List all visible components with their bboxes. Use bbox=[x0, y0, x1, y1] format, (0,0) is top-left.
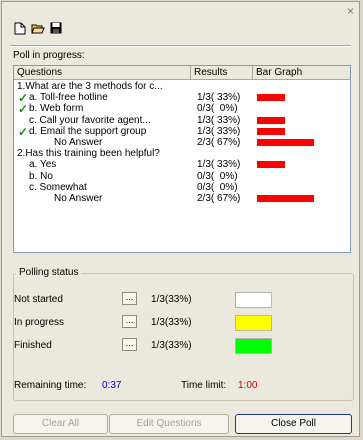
column-header-bar-graph[interactable]: Bar Graph bbox=[253, 66, 350, 80]
result-bar bbox=[257, 127, 285, 135]
new-document-icon[interactable] bbox=[13, 21, 27, 35]
table-row[interactable]: No Answer 2/3( 67%) bbox=[14, 137, 350, 149]
table-row[interactable]: 2.Has this training been helpful? bbox=[14, 148, 350, 160]
poll-results-table: Questions Results Bar Graph 1.What are t… bbox=[13, 65, 351, 253]
result-bar bbox=[257, 116, 285, 124]
table-row[interactable]: c. Somewhat 0/3( 0%) bbox=[14, 182, 350, 194]
result-value: 0/3( 0%) bbox=[197, 103, 238, 115]
save-disk-icon[interactable] bbox=[49, 21, 63, 35]
time-limit-value: 1:00 bbox=[238, 380, 258, 391]
polling-status-title: Polling status bbox=[16, 267, 82, 278]
toolbar bbox=[13, 21, 63, 35]
question-text: a. Yes bbox=[29, 159, 57, 171]
result-bar bbox=[257, 195, 314, 202]
question-text: a. Toll-free hotline bbox=[29, 92, 108, 104]
close-poll-button[interactable]: Close Poll bbox=[235, 414, 352, 434]
table-row[interactable]: 1.What are the 3 methods for c... bbox=[14, 81, 350, 93]
remaining-time-label: Remaining time: bbox=[14, 380, 87, 391]
poll-window: × Poll in progress: Questions Results Ba… bbox=[1, 1, 360, 437]
question-text: b. No bbox=[29, 170, 53, 182]
result-value: 1/3( 33%) bbox=[197, 159, 241, 171]
result-bar bbox=[257, 139, 314, 146]
status-color-swatch bbox=[235, 292, 272, 308]
column-header-questions[interactable]: Questions bbox=[14, 66, 191, 80]
open-folder-icon[interactable] bbox=[31, 21, 45, 35]
question-text: 2.Has this training been helpful? bbox=[17, 148, 160, 160]
table-row[interactable]: ✓ d. Email the support group 1/3( 33%) bbox=[14, 126, 350, 138]
question-text: c. Call your favorite agent... bbox=[29, 114, 151, 126]
result-value: 2/3( 67%) bbox=[197, 193, 241, 204]
question-text: No Answer bbox=[54, 193, 103, 204]
table-row[interactable]: No Answer 2/3( 67%) bbox=[14, 193, 350, 205]
table-row[interactable]: b. No 0/3( 0%) bbox=[14, 171, 350, 183]
result-value: 1/3( 33%) bbox=[197, 92, 241, 104]
poll-status-label: Poll in progress: bbox=[13, 50, 85, 61]
column-header-results[interactable]: Results bbox=[191, 66, 253, 80]
result-value: 0/3( 0%) bbox=[197, 170, 238, 182]
result-value: 2/3( 67%) bbox=[197, 137, 241, 148]
status-details-button[interactable]: ... bbox=[122, 315, 137, 328]
result-bar bbox=[257, 161, 285, 169]
question-text: b. Web form bbox=[29, 103, 84, 115]
result-value: 1/3( 33%) bbox=[197, 114, 241, 126]
correct-answer-check-icon: ✓ bbox=[18, 124, 29, 139]
question-text: No Answer bbox=[54, 137, 103, 148]
remaining-time-value: 0:37 bbox=[102, 380, 122, 391]
status-label: Finished bbox=[14, 340, 52, 351]
time-limit-label: Time limit: bbox=[181, 380, 227, 391]
status-label: In progress bbox=[14, 317, 65, 328]
result-bar bbox=[257, 94, 285, 102]
table-row[interactable]: ✓ b. Web form 0/3( 0%) bbox=[14, 103, 350, 115]
correct-answer-check-icon: ✓ bbox=[18, 102, 29, 117]
status-value: 1/3(33%) bbox=[151, 340, 192, 351]
close-icon[interactable]: × bbox=[347, 4, 354, 18]
status-details-button[interactable]: ... bbox=[122, 292, 137, 305]
result-value: 0/3( 0%) bbox=[197, 181, 238, 193]
question-text: c. Somewhat bbox=[29, 181, 87, 193]
status-value: 1/3(33%) bbox=[151, 317, 192, 328]
status-color-swatch bbox=[235, 315, 272, 331]
table-row[interactable]: a. Yes 1/3( 33%) bbox=[14, 159, 350, 171]
status-details-button[interactable]: ... bbox=[122, 338, 137, 351]
status-label: Not started bbox=[14, 294, 63, 305]
status-value: 1/3(33%) bbox=[151, 294, 192, 305]
clear-all-button[interactable]: Clear All bbox=[13, 414, 108, 434]
question-text: d. Email the support group bbox=[29, 125, 147, 137]
toolbar-separator bbox=[10, 45, 351, 47]
table-row[interactable]: c. Call your favorite agent... 1/3( 33%) bbox=[14, 115, 350, 127]
question-text: 1.What are the 3 methods for c... bbox=[17, 81, 163, 92]
edit-questions-button[interactable]: Edit Questions bbox=[109, 414, 229, 434]
result-value: 1/3( 33%) bbox=[197, 125, 241, 137]
status-color-swatch bbox=[235, 338, 272, 354]
table-row[interactable]: ✓ a. Toll-free hotline 1/3( 33%) bbox=[14, 92, 350, 104]
